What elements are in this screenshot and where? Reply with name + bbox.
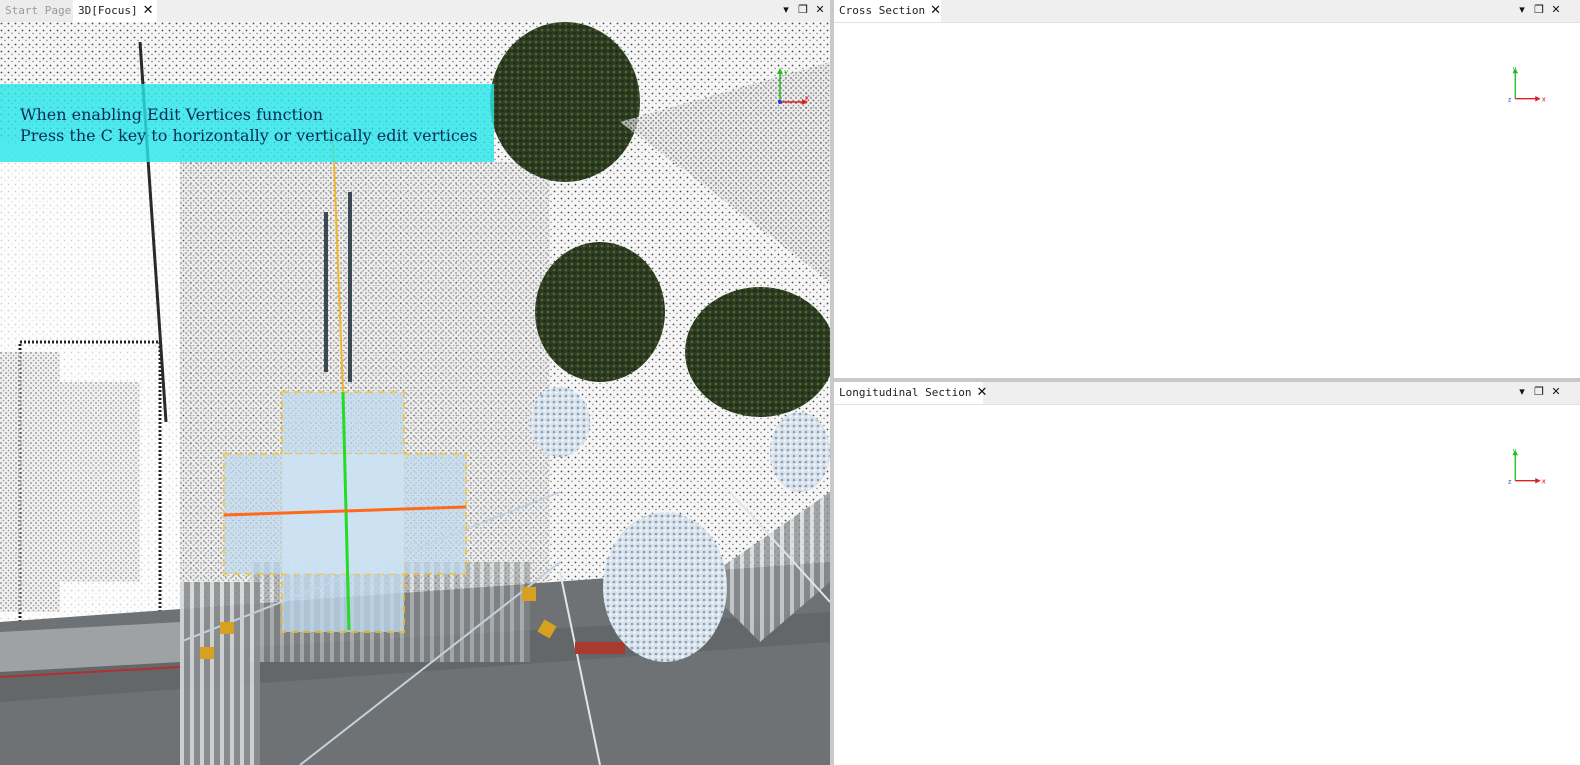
cross-section-tab-strip: Cross Section ✕ ▾ ❐ ✕: [834, 0, 1580, 23]
tab-3d-focus[interactable]: 3D[Focus] ✕: [73, 0, 157, 22]
longitudinal-axis-gizmo: y z x: [1508, 448, 1547, 485]
axis-x-label: x: [1542, 94, 1547, 103]
point-cloud-viewport[interactable]: When enabling Edit Vertices function Pre…: [0, 22, 830, 765]
close-icon[interactable]: ✕: [143, 0, 154, 22]
close-icon[interactable]: ✕: [930, 0, 941, 22]
longitudinal-section-panel: Longitudinal Section ✕ ▾ ❐ ✕ y z x: [834, 382, 1580, 765]
restore-window-icon[interactable]: ❐: [795, 2, 811, 18]
axis-z-label: z: [1508, 96, 1512, 103]
chevron-down-icon[interactable]: ▾: [1514, 384, 1530, 400]
restore-window-icon[interactable]: ❐: [1531, 2, 1547, 18]
axis-z-label: z: [1508, 478, 1512, 485]
axis-y-label: y: [1513, 448, 1517, 455]
tab-longitudinal-section[interactable]: Longitudinal Section ✕: [834, 382, 987, 404]
close-icon[interactable]: ✕: [812, 2, 828, 18]
restore-window-icon[interactable]: ❐: [1531, 384, 1547, 400]
tab-cross-section-label: Cross Section: [839, 4, 926, 17]
close-icon[interactable]: ✕: [976, 382, 987, 404]
close-icon[interactable]: ✕: [1548, 2, 1564, 18]
cross-section-viewport[interactable]: y z x: [834, 22, 1580, 378]
tab-start-page[interactable]: Start Page: [0, 0, 72, 22]
tab-longitudinal-section-label: Longitudinal Section: [839, 386, 972, 399]
close-icon[interactable]: ✕: [1548, 384, 1564, 400]
axis-y-label: y: [784, 68, 788, 76]
hint-line-2: Press the C key to horizontally or verti…: [20, 126, 478, 145]
cross-section-axis-gizmo: y z x: [1508, 66, 1547, 103]
tab-start-page-label: Start Page: [5, 4, 72, 17]
3d-tab-strip: Start Page 3D[Focus] ✕ ▾ ❐ ✕: [0, 0, 830, 23]
cross-section-panel: Cross Section ✕ ▾ ❐ ✕ y z x: [834, 0, 1580, 378]
axis-y-label: y: [1513, 66, 1517, 73]
tab-cross-section[interactable]: Cross Section ✕: [834, 0, 941, 22]
chevron-down-icon[interactable]: ▾: [1514, 2, 1530, 18]
3d-axis-gizmo: y x: [777, 68, 809, 105]
axis-x-label: x: [805, 94, 809, 102]
chevron-down-icon[interactable]: ▾: [778, 2, 794, 18]
longitudinal-section-viewport[interactable]: y z x: [834, 404, 1580, 765]
longitudinal-section-tab-strip: Longitudinal Section ✕ ▾ ❐ ✕: [834, 382, 1580, 405]
axis-x-label: x: [1542, 476, 1547, 485]
hint-line-1: When enabling Edit Vertices function: [20, 105, 324, 124]
edit-vertices-hint-banner: When enabling Edit Vertices function Pre…: [0, 84, 494, 162]
tab-3d-focus-label: 3D[Focus]: [78, 4, 138, 17]
3d-view-panel: Start Page 3D[Focus] ✕ ▾ ❐ ✕ When enabli…: [0, 0, 830, 765]
